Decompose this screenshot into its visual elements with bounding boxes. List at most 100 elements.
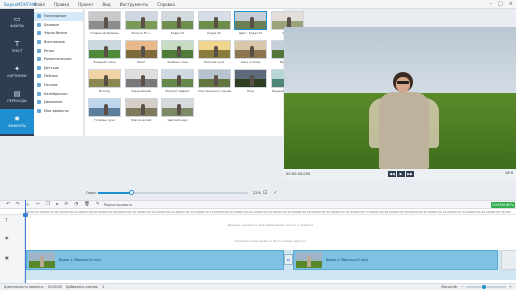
effect-thumbnail[interactable]: Восход <box>88 69 121 93</box>
delete-icon[interactable]: 🗑 <box>84 202 90 207</box>
effect-thumbnail[interactable]: Кодак 01 <box>161 11 194 35</box>
apply-icon[interactable]: ✓ <box>273 190 277 196</box>
menu-tools[interactable]: Инструменты <box>120 2 149 7</box>
category-item[interactable]: Винтажные <box>34 38 83 47</box>
undo-icon[interactable]: ↶ <box>6 202 10 207</box>
edit-icon[interactable]: ✎ <box>96 202 100 207</box>
category-icon <box>37 100 41 105</box>
duration-label: Длительность проекта: <box>4 285 44 289</box>
overlay-track-hint[interactable]: Наложите свое видео и фото поверх другог… <box>25 239 516 243</box>
category-item[interactable]: Мои эффекты <box>34 107 83 116</box>
video-clip[interactable]: Видео-1-Обрезка-02.mp4 <box>293 250 498 270</box>
effect-thumbnail[interactable]: Фильтр 35 ч. <box>124 11 158 35</box>
effect-thumbnail[interactable]: Зеленый стиль <box>88 40 121 64</box>
zoom-slider[interactable] <box>466 285 507 289</box>
effect-thumbnail[interactable]: Закат <box>124 40 158 64</box>
scale-label: Окно: <box>86 190 97 195</box>
effect-name: Огни большого города <box>197 89 231 93</box>
add-clip-slot[interactable] <box>501 250 516 270</box>
rotate-icon[interactable]: ⟳ <box>64 202 68 207</box>
effect-thumbnail[interactable]: Старые кб фильмы <box>88 11 121 35</box>
forward-button[interactable]: ▶▶ <box>406 171 414 177</box>
category-item[interactable]: Движение <box>34 98 83 107</box>
effect-name: Старые кб фильмы <box>90 31 119 35</box>
zoom-out-icon[interactable]: − <box>461 285 464 289</box>
category-item[interactable]: Детские <box>34 64 83 73</box>
nav-files[interactable]: ▭ ФАЙЛЫ <box>0 9 34 34</box>
menu-edit[interactable]: Правка <box>54 2 69 7</box>
play-button[interactable]: ▶ <box>397 171 405 177</box>
add-icon[interactable]: ＋ <box>26 202 31 208</box>
nav-effects[interactable]: ✸ ЭФФЕКТЫ <box>0 109 34 134</box>
video-preview[interactable] <box>284 27 516 169</box>
redo-icon[interactable]: ↷ <box>16 202 20 207</box>
effect-thumbnail[interactable]: Золотые лучи <box>197 40 231 64</box>
nav-text[interactable]: T ТЕКСТ <box>0 34 34 59</box>
ruler-tick-label: 00:00:08.000 <box>103 210 124 214</box>
category-item[interactable]: Базовые <box>34 21 83 30</box>
ruler-tick-label: 00:00:14.000 <box>161 210 182 214</box>
fit-icon[interactable]: ⊡ <box>263 190 267 196</box>
category-item[interactable]: Пейзаж <box>34 72 83 81</box>
zoom-in-icon[interactable]: + <box>509 285 512 289</box>
aspect-ratio-select[interactable]: 16:9 <box>505 171 513 175</box>
ruler-tick-label: 00:00:06.000 <box>84 210 104 214</box>
category-item[interactable]: Популярные <box>34 12 83 21</box>
clip-name: Видео-1-Обрезка-01.mp4 <box>59 258 102 262</box>
close-icon[interactable]: × <box>509 1 513 7</box>
visibility-icon[interactable]: ◉ <box>5 235 9 240</box>
effect-thumbnail[interactable]: Цветной шум <box>161 98 194 122</box>
effect-thumbnail[interactable]: Зелёные тона <box>161 40 194 64</box>
effect-thumbnail[interactable]: Чёрно-белый <box>124 69 158 93</box>
transition-icon[interactable]: ⇄ <box>284 254 293 265</box>
effect-thumbnail[interactable]: Огни большого города <box>197 69 231 93</box>
edit-label[interactable]: Редактировать <box>104 203 133 207</box>
menu-help[interactable]: Справка <box>157 2 175 7</box>
effect-thumbnail[interactable]: Кино и сепия <box>234 40 267 64</box>
category-item[interactable]: Калейдоскоп <box>34 89 83 98</box>
video-track: Видео-1-Обрезка-01.mp4 ⇄ Видео-1-Обрезка… <box>25 250 516 280</box>
category-item[interactable]: Чёрно-белые <box>34 29 83 38</box>
effect-name: Закат <box>136 60 146 64</box>
category-item[interactable]: Ночные <box>34 81 83 90</box>
save-button[interactable]: СОХРАНИТЬ <box>491 202 515 208</box>
category-item[interactable]: Романтические <box>34 55 83 64</box>
timeline-tracks: T ◉ ▣ Дважды щелкните для добавления тек… <box>0 215 516 283</box>
scale-slider[interactable] <box>98 189 248 195</box>
rewind-button[interactable]: ◀◀ <box>388 171 396 177</box>
ruler-tick-label: 00:00:28.000 <box>297 210 318 214</box>
category-item[interactable]: Ретро <box>34 46 83 55</box>
camera-icon[interactable]: ▣ <box>5 255 9 260</box>
text-track-icon[interactable]: T <box>5 218 7 223</box>
video-clip[interactable]: Видео-1-Обрезка-01.mp4 <box>26 250 284 270</box>
effect-name: Зелёные тона <box>167 60 188 64</box>
ruler-tick-label: 00:00:46.000 <box>472 210 492 214</box>
title-bar: ВидеоМОНТАЖ Файл Правка Проект Вид Инстр… <box>0 0 516 9</box>
copy-icon[interactable]: ❐ <box>46 202 50 207</box>
speed-icon[interactable]: ◔ <box>74 202 78 207</box>
crop-icon[interactable]: ⌗ <box>56 202 59 208</box>
nav-images[interactable]: ✦ КАРТИНКИ <box>0 59 34 84</box>
effect-thumbnail[interactable]: Портрет эффект <box>161 69 194 93</box>
nav-transitions[interactable]: ▤ ПЕРЕХОДЫ <box>0 84 34 109</box>
menu-file[interactable]: Файл <box>34 2 45 7</box>
maximize-icon[interactable]: □ <box>498 1 503 7</box>
app-name: ВидеоМОНТАЖ <box>4 1 37 7</box>
category-label: Мои эффекты <box>44 108 69 113</box>
effect-thumbnail[interactable]: Ночь <box>234 69 267 93</box>
effect-preview-image <box>124 98 158 117</box>
zoom-slider-handle[interactable] <box>482 285 487 289</box>
effect-preview-image <box>161 69 194 88</box>
effect-thumbnail[interactable]: Кодак 02 <box>197 11 231 35</box>
video-editor-app: ВидеоМОНТАЖ Файл Правка Проект Вид Инстр… <box>0 0 516 290</box>
scale-slider-handle[interactable] <box>129 189 134 195</box>
menu-view[interactable]: Вид <box>103 2 111 7</box>
text-track-hint[interactable]: Дважды щелкните для добавления текста и … <box>25 223 516 227</box>
effect-thumbnail[interactable]: Цвет - Кодак 01 <box>234 11 267 35</box>
menu-project[interactable]: Проект <box>78 2 93 7</box>
cut-icon[interactable]: ✂ <box>36 202 40 207</box>
effect-thumbnail[interactable]: Классический <box>124 98 158 122</box>
effect-thumbnail[interactable]: Голубые лучи <box>88 98 121 122</box>
minimize-icon[interactable]: – <box>490 1 493 7</box>
playhead-handle[interactable] <box>23 213 28 217</box>
